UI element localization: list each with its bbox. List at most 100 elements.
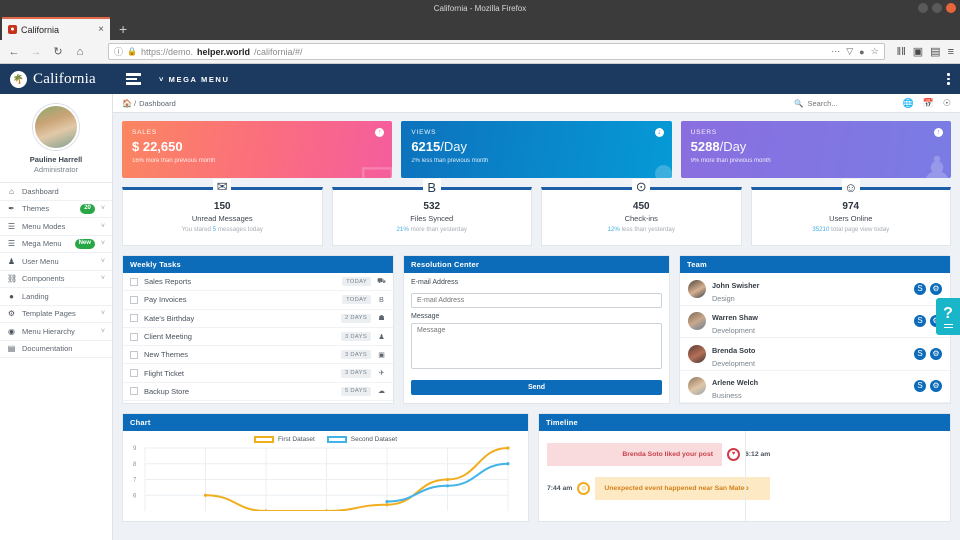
team-member-row[interactable]: Warren ShawDevelopmentS⚙	[680, 306, 950, 339]
metric-number: 150	[123, 201, 322, 212]
cloud-icon: ☁	[377, 387, 386, 395]
minimize-button[interactable]	[918, 3, 928, 13]
send-button[interactable]: Send	[411, 380, 662, 395]
task-row[interactable]: Client Meeting 3 DAYS ♟	[123, 328, 393, 346]
email-field[interactable]	[411, 293, 662, 308]
globe-icon[interactable]: 🌐	[902, 98, 913, 109]
sidebar-item-mega-menu[interactable]: ☰ Mega Menu New ˅	[0, 236, 112, 254]
star-icon[interactable]: ☆	[871, 46, 879, 57]
sidebar-item-template-pages[interactable]: ⚙ Template Pages ˅	[0, 306, 112, 324]
library-icon[interactable]: ‖‖	[897, 46, 906, 58]
shield-icon[interactable]: ●	[859, 47, 864, 57]
browser-tab[interactable]: ● California ×	[2, 17, 110, 40]
skype-icon[interactable]: S	[914, 380, 926, 392]
app-header: 🌴 California ˅ MEGA MENU	[0, 64, 960, 94]
search-box[interactable]: 🔍	[794, 99, 893, 108]
account-icon[interactable]: ▤	[930, 45, 940, 58]
calendar-icon[interactable]: 📅	[923, 98, 934, 109]
sub-post: total page view today	[829, 226, 889, 233]
sidebar-item-documentation[interactable]: ▤ Documentation	[0, 341, 112, 359]
panel-title: Chart	[123, 414, 528, 431]
gear-icon[interactable]: ⚙	[930, 283, 942, 295]
skype-icon[interactable]: S	[914, 315, 926, 327]
stat-card-sales[interactable]: SALES $ 22,650 16% more than previous mont…	[122, 121, 392, 178]
task-checkbox[interactable]	[130, 314, 138, 322]
message-field[interactable]	[411, 323, 662, 369]
chevron-down-icon[interactable]: ˅	[101, 205, 105, 212]
chevron-down-icon[interactable]: ˅	[101, 328, 105, 335]
forward-icon[interactable]: →	[28, 46, 44, 58]
gear-icon[interactable]: ⚙	[930, 348, 942, 360]
sidebar-item-dashboard[interactable]: ⌂ Dashboard	[0, 183, 112, 201]
skype-icon[interactable]: S	[914, 283, 926, 295]
legend-item[interactable]: Second Dataset	[327, 436, 397, 443]
stat-cards: SALES $ 22,650 16% more than previous mont…	[122, 121, 951, 178]
task-row[interactable]: Flight Ticket 3 DAYS ✈	[123, 364, 393, 382]
task-checkbox[interactable]	[130, 369, 138, 377]
task-checkbox[interactable]	[130, 351, 138, 359]
close-icon[interactable]: ×	[98, 24, 104, 35]
member-name: Warren Shaw	[712, 313, 758, 322]
chevron-down-icon[interactable]: ˅	[101, 275, 105, 282]
window-controls[interactable]	[918, 3, 956, 13]
brand[interactable]: 🌴 California	[10, 71, 110, 88]
stat-label: USERS	[691, 129, 941, 136]
task-row[interactable]: Backup Store 5 DAYS ☁	[123, 383, 393, 401]
stat-card-views[interactable]: VIEWS 6215/Day 2% less than previous month…	[401, 121, 671, 178]
task-row[interactable]: Sales Reports TODAY ⛟	[123, 273, 393, 291]
team-member-row[interactable]: Arlene Welch Business S ⚙	[680, 371, 950, 404]
resolution-center-panel: Resolution Center E-mail Address Message…	[403, 255, 670, 404]
help-button[interactable]: ?	[936, 298, 960, 335]
language-icon[interactable]: ☉	[943, 98, 951, 109]
metric-number: 532	[333, 201, 532, 212]
team-member-row[interactable]: Brenda Soto Development S ⚙	[680, 338, 950, 371]
sidebar-item-menu-hierarchy[interactable]: ◉ Menu Hierarchy ˅	[0, 323, 112, 341]
address-bar[interactable]: ⓘ 🔒 https://demo. helper.world/california…	[108, 43, 885, 60]
mega-menu-button[interactable]: ˅ MEGA MENU	[159, 75, 229, 84]
search-input[interactable]	[807, 99, 893, 108]
task-checkbox[interactable]	[130, 296, 138, 304]
new-tab-button[interactable]: +	[110, 21, 136, 40]
reload-icon[interactable]: ↻	[50, 45, 66, 58]
image-icon: ▣	[377, 351, 386, 359]
avatar	[688, 280, 706, 298]
team-member-row[interactable]: John Swisher Design S ⚙	[680, 273, 950, 306]
task-row[interactable]: New Themes 3 DAYS ▣	[123, 346, 393, 364]
task-row[interactable]: Pay Invoices TODAY ὜B	[123, 291, 393, 309]
url-domain: helper.world	[197, 47, 250, 57]
back-icon[interactable]: ←	[6, 46, 22, 58]
home-icon[interactable]: 🏠	[122, 99, 132, 108]
avatar	[688, 377, 706, 395]
sidebar-item-landing[interactable]: ● Landing	[0, 288, 112, 306]
page-actions-icon[interactable]: ⋯	[831, 46, 840, 57]
chevron-down-icon[interactable]: ˅	[101, 258, 105, 265]
gear-icon[interactable]: ⚙	[930, 380, 942, 392]
sidebar-item-menu-modes[interactable]: ☰ Menu Modes ˅	[0, 218, 112, 236]
skype-icon[interactable]: S	[914, 348, 926, 360]
sidebar-icon[interactable]: ▣	[913, 45, 923, 58]
legend-item[interactable]: First Dataset	[254, 436, 315, 443]
close-button[interactable]	[946, 3, 956, 13]
maximize-button[interactable]	[932, 3, 942, 13]
sidebar-item-components[interactable]: ⛓ Components ˅	[0, 271, 112, 289]
info-icon[interactable]: ⓘ	[114, 45, 123, 58]
member-name: John Swisher	[712, 281, 759, 290]
task-checkbox[interactable]	[130, 278, 138, 286]
chevron-down-icon[interactable]: ˅	[101, 310, 105, 317]
sidebar-item-themes[interactable]: ✒ Themes 20 ˅	[0, 201, 112, 219]
sidebar-profile[interactable]: Pauline Harrell Administrator	[0, 94, 112, 183]
chevron-down-icon[interactable]: ˅	[101, 223, 105, 230]
more-options-button[interactable]	[947, 73, 950, 85]
member-name: Arlene Welch	[712, 378, 758, 387]
home-icon[interactable]: ⌂	[72, 46, 88, 58]
sidebar-item-user-menu[interactable]: ♟ User Menu ˅	[0, 253, 112, 271]
stat-card-users[interactable]: USERS 5288/Day 9% more than previous month…	[681, 121, 951, 178]
chevron-down-icon[interactable]: ˅	[101, 240, 105, 247]
legend-swatch	[254, 436, 274, 443]
task-checkbox[interactable]	[130, 333, 138, 341]
task-checkbox[interactable]	[130, 387, 138, 395]
menu-toggle-button[interactable]	[126, 73, 141, 84]
pocket-icon[interactable]: ▽	[846, 46, 853, 57]
task-row[interactable]: Kate's Birthday 2 DAYS ☗	[123, 310, 393, 328]
hamburger-menu-icon[interactable]: ≡	[948, 46, 954, 58]
